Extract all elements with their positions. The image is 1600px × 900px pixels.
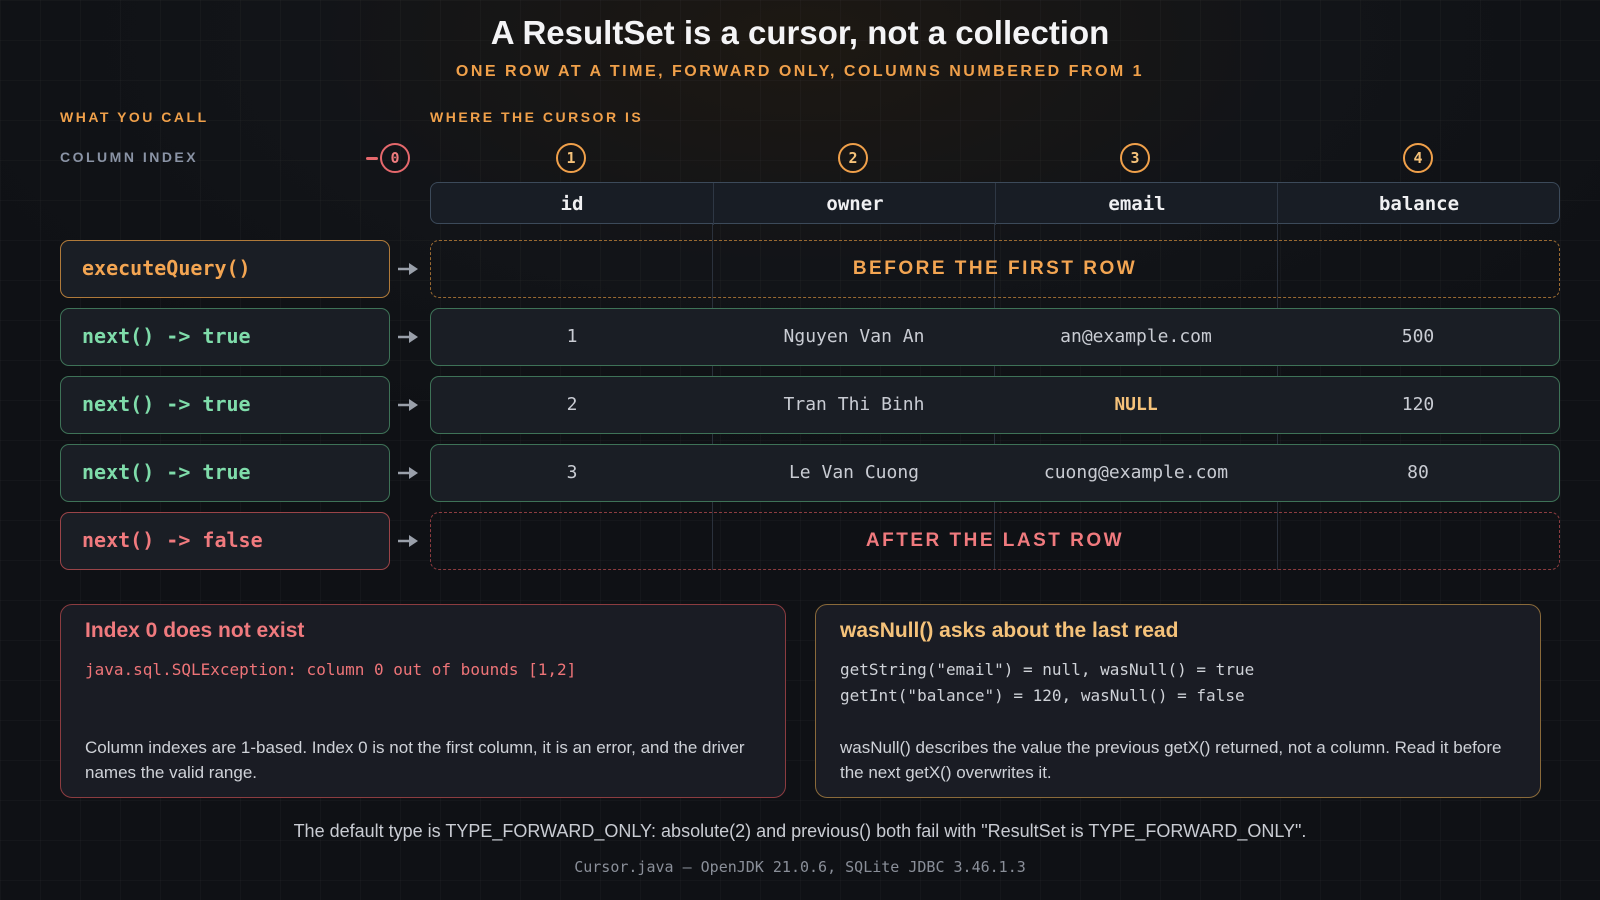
call-next-false: next() -> false: [60, 512, 390, 570]
call-next-true: next() -> true: [60, 444, 390, 502]
cell-balance: 500: [1401, 326, 1435, 347]
column-index-3: 3: [1120, 143, 1150, 173]
note-right-code-line: getString("email") = null, wasNull() = t…: [840, 660, 1255, 679]
note-right-code-line: getInt("balance") = 120, wasNull() = fal…: [840, 686, 1245, 705]
note-right-body: wasNull() describes the value the previo…: [840, 738, 1502, 782]
note-right-title: wasNull() asks about the last read: [840, 619, 1179, 642]
call-execute-query: executeQuery(): [60, 240, 390, 298]
column-index-2: 2: [838, 143, 868, 173]
invalid-index-marker: [366, 157, 378, 160]
column-index-label: COLUMN INDEX: [60, 149, 199, 165]
cell-owner: Nguyen Van An: [783, 326, 925, 347]
what-you-call-label: WHAT YOU CALL: [60, 109, 209, 125]
note-left-title: Index 0 does not exist: [85, 619, 305, 642]
note-was-null: wasNull() asks about the last read getSt…: [815, 604, 1541, 798]
cell-balance: 120: [1401, 394, 1435, 415]
call-next-true: next() -> true: [60, 308, 390, 366]
footer-note: The default type is TYPE_FORWARD_ONLY: a…: [293, 821, 1307, 841]
call-next-true: next() -> true: [60, 376, 390, 434]
cursor-after-last-row: AFTER THE LAST ROW: [430, 512, 1560, 570]
column-header-email: email: [995, 183, 1278, 225]
cursor-before-first-row: BEFORE THE FIRST ROW: [430, 240, 1560, 298]
cell-id: 2: [566, 394, 578, 415]
table-row: 3 Le Van Cuong cuong@example.com 80: [430, 444, 1560, 502]
column-header-id: id: [560, 193, 584, 215]
state-after-last-label: AFTER THE LAST ROW: [865, 530, 1125, 551]
arrow-right-icon: [398, 399, 418, 411]
cell-id: 1: [566, 326, 578, 347]
state-before-first-label: BEFORE THE FIRST ROW: [852, 258, 1138, 279]
cell-owner: Tran Thi Binh: [783, 394, 925, 415]
where-cursor-label: WHERE THE CURSOR IS: [430, 109, 644, 125]
arrow-right-icon: [398, 535, 418, 547]
arrow-right-icon: [398, 331, 418, 343]
arrow-right-icon: [398, 263, 418, 275]
source-credit: Cursor.java — OpenJDK 21.0.6, SQLite JDB…: [574, 858, 1026, 876]
cell-email: cuong@example.com: [1043, 462, 1229, 483]
note-left-body: Column indexes are 1-based. Index 0 is n…: [85, 738, 745, 782]
cell-email: an@example.com: [1060, 326, 1212, 347]
arrow-right-icon: [398, 467, 418, 479]
note-left-exception: java.sql.SQLException: column 0 out of b…: [85, 660, 577, 679]
column-header-balance: balance: [1277, 183, 1560, 225]
page-title: A ResultSet is a cursor, not a collectio…: [490, 14, 1110, 51]
table-row: 2 Tran Thi Binh NULL 120: [430, 376, 1560, 434]
page-subtitle: ONE ROW AT A TIME, FORWARD ONLY, COLUMNS…: [455, 63, 1145, 80]
cell-balance: 80: [1407, 462, 1429, 483]
note-index-zero: Index 0 does not exist java.sql.SQLExcep…: [60, 604, 786, 798]
column-header-row: id owner email balance: [430, 182, 1560, 225]
column-header-owner: owner: [713, 183, 996, 225]
column-index-1: 1: [556, 143, 586, 173]
cell-owner: Le Van Cuong: [788, 462, 920, 483]
column-index-4: 4: [1403, 143, 1433, 173]
cell-id: 3: [566, 462, 578, 483]
cell-email-null: NULL: [1114, 394, 1158, 415]
table-row: 1 Nguyen Van An an@example.com 500: [430, 308, 1560, 366]
column-index-0: 0: [380, 143, 410, 173]
